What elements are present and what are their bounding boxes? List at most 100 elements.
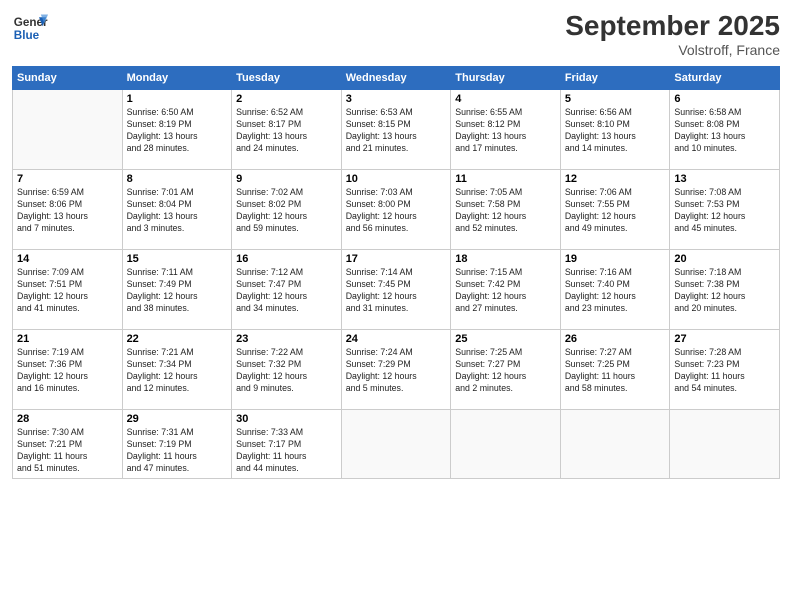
day-cell: 7Sunrise: 6:59 AM Sunset: 8:06 PM Daylig… — [13, 170, 123, 250]
day-cell: 27Sunrise: 7:28 AM Sunset: 7:23 PM Dayli… — [670, 330, 780, 410]
day-number: 1 — [127, 93, 228, 105]
day-number: 28 — [17, 413, 118, 425]
day-cell: 1 Sunrise: 6:50 AM Sunset: 8:19 PM Daylig… — [122, 90, 232, 170]
day-cell: 15 Sunrise: 7:11 AM Sunset: 7:49 PM Dayli… — [122, 250, 232, 330]
day-number: 13 — [674, 173, 775, 185]
day-number: 4 — [455, 93, 556, 105]
col-header-wed: Wednesday — [341, 67, 451, 90]
day-info: Sunrise: 7:33 AM Sunset: 7:17 PM Dayligh… — [236, 427, 337, 475]
day-info: Sunrise: 6:59 AM Sunset: 8:06 PM Dayligh… — [17, 187, 118, 235]
day-cell: 17 Sunrise: 7:14 AM Sunset: 7:45 PM Dayli… — [341, 250, 451, 330]
day-cell: 4 Sunrise: 6:55 AM Sunset: 8:12 PM Daylig… — [451, 90, 561, 170]
month-title: September 2025 — [565, 10, 780, 42]
day-number: 16 — [236, 253, 337, 265]
day-cell: 2 Sunrise: 6:52 AM Sunset: 8:17 PM Daylig… — [232, 90, 342, 170]
day-number: 2 — [236, 93, 337, 105]
day-cell: 13 Sunrise: 7:08 AM Sunset: 7:53 PM Dayli… — [670, 170, 780, 250]
day-cell: 26 Sunrise: 7:27 AM Sunset: 7:25 PM Dayli… — [560, 330, 670, 410]
day-cell — [670, 410, 780, 479]
day-info: Sunrise: 7:08 AM Sunset: 7:53 PM Dayligh… — [674, 187, 775, 235]
day-info: Sunrise: 7:03 AM Sunset: 8:00 PM Dayligh… — [346, 187, 447, 235]
header-row: Sunday Monday Tuesday Wednesday Thursday… — [13, 67, 780, 90]
day-cell: 10Sunrise: 7:03 AM Sunset: 8:00 PM Dayli… — [341, 170, 451, 250]
day-cell — [341, 410, 451, 479]
day-info: Sunrise: 6:56 AM Sunset: 8:10 PM Dayligh… — [565, 107, 666, 155]
day-info: Sunrise: 7:30 AM Sunset: 7:21 PM Dayligh… — [17, 427, 118, 475]
week-row-2: 14 Sunrise: 7:09 AM Sunset: 7:51 PM Dayli… — [13, 250, 780, 330]
header: General Blue September 2025 Volstroff, F… — [12, 10, 780, 58]
day-cell: 24Sunrise: 7:24 AM Sunset: 7:29 PM Dayli… — [341, 330, 451, 410]
day-cell: 20Sunrise: 7:18 AM Sunset: 7:38 PM Dayli… — [670, 250, 780, 330]
day-cell: 3 Sunrise: 6:53 AM Sunset: 8:15 PM Daylig… — [341, 90, 451, 170]
day-info: Sunrise: 7:14 AM Sunset: 7:45 PM Dayligh… — [346, 267, 447, 315]
day-info: Sunrise: 7:31 AM Sunset: 7:19 PM Dayligh… — [127, 427, 228, 475]
col-header-fri: Friday — [560, 67, 670, 90]
week-row-1: 7Sunrise: 6:59 AM Sunset: 8:06 PM Daylig… — [13, 170, 780, 250]
day-cell: 28 Sunrise: 7:30 AM Sunset: 7:21 PM Dayli… — [13, 410, 123, 479]
day-cell: 19Sunrise: 7:16 AM Sunset: 7:40 PM Dayli… — [560, 250, 670, 330]
day-info: Sunrise: 6:53 AM Sunset: 8:15 PM Dayligh… — [346, 107, 447, 155]
col-header-sat: Saturday — [670, 67, 780, 90]
day-number: 20 — [674, 253, 775, 265]
day-cell: 14 Sunrise: 7:09 AM Sunset: 7:51 PM Dayli… — [13, 250, 123, 330]
logo: General Blue — [12, 10, 52, 46]
day-info: Sunrise: 7:21 AM Sunset: 7:34 PM Dayligh… — [127, 347, 228, 395]
day-cell: 5 Sunrise: 6:56 AM Sunset: 8:10 PM Daylig… — [560, 90, 670, 170]
day-number: 12 — [565, 173, 666, 185]
day-cell: 22 Sunrise: 7:21 AM Sunset: 7:34 PM Dayli… — [122, 330, 232, 410]
day-number: 19 — [565, 253, 666, 265]
week-row-0: 1 Sunrise: 6:50 AM Sunset: 8:19 PM Daylig… — [13, 90, 780, 170]
day-info: Sunrise: 7:15 AM Sunset: 7:42 PM Dayligh… — [455, 267, 556, 315]
day-number: 8 — [127, 173, 228, 185]
day-cell: 21 Sunrise: 7:19 AM Sunset: 7:36 PM Dayli… — [13, 330, 123, 410]
day-info: Sunrise: 7:09 AM Sunset: 7:51 PM Dayligh… — [17, 267, 118, 315]
day-info: Sunrise: 7:11 AM Sunset: 7:49 PM Dayligh… — [127, 267, 228, 315]
day-info: Sunrise: 7:05 AM Sunset: 7:58 PM Dayligh… — [455, 187, 556, 235]
day-info: Sunrise: 6:55 AM Sunset: 8:12 PM Dayligh… — [455, 107, 556, 155]
col-header-tue: Tuesday — [232, 67, 342, 90]
day-info: Sunrise: 7:24 AM Sunset: 7:29 PM Dayligh… — [346, 347, 447, 395]
day-cell: 30 Sunrise: 7:33 AM Sunset: 7:17 PM Dayli… — [232, 410, 342, 479]
day-number: 3 — [346, 93, 447, 105]
col-header-mon: Monday — [122, 67, 232, 90]
day-info: Sunrise: 7:27 AM Sunset: 7:25 PM Dayligh… — [565, 347, 666, 395]
calendar-table: Sunday Monday Tuesday Wednesday Thursday… — [12, 66, 780, 479]
day-number: 9 — [236, 173, 337, 185]
day-cell: 25Sunrise: 7:25 AM Sunset: 7:27 PM Dayli… — [451, 330, 561, 410]
day-info: Sunrise: 6:50 AM Sunset: 8:19 PM Dayligh… — [127, 107, 228, 155]
day-cell: 11 Sunrise: 7:05 AM Sunset: 7:58 PM Dayli… — [451, 170, 561, 250]
day-cell — [451, 410, 561, 479]
day-info: Sunrise: 7:01 AM Sunset: 8:04 PM Dayligh… — [127, 187, 228, 235]
day-cell: 6Sunrise: 6:58 AM Sunset: 8:08 PM Daylig… — [670, 90, 780, 170]
day-number: 5 — [565, 93, 666, 105]
day-number: 14 — [17, 253, 118, 265]
day-number: 11 — [455, 173, 556, 185]
day-cell: 18 Sunrise: 7:15 AM Sunset: 7:42 PM Dayli… — [451, 250, 561, 330]
day-number: 26 — [565, 333, 666, 345]
title-block: September 2025 Volstroff, France — [565, 10, 780, 58]
week-row-3: 21 Sunrise: 7:19 AM Sunset: 7:36 PM Dayli… — [13, 330, 780, 410]
day-number: 17 — [346, 253, 447, 265]
day-cell: 29 Sunrise: 7:31 AM Sunset: 7:19 PM Dayli… — [122, 410, 232, 479]
day-number: 18 — [455, 253, 556, 265]
day-cell: 9 Sunrise: 7:02 AM Sunset: 8:02 PM Daylig… — [232, 170, 342, 250]
day-info: Sunrise: 7:06 AM Sunset: 7:55 PM Dayligh… — [565, 187, 666, 235]
day-info: Sunrise: 7:02 AM Sunset: 8:02 PM Dayligh… — [236, 187, 337, 235]
day-cell: 23Sunrise: 7:22 AM Sunset: 7:32 PM Dayli… — [232, 330, 342, 410]
day-info: Sunrise: 7:19 AM Sunset: 7:36 PM Dayligh… — [17, 347, 118, 395]
subtitle: Volstroff, France — [565, 42, 780, 58]
day-cell: 12 Sunrise: 7:06 AM Sunset: 7:55 PM Dayli… — [560, 170, 670, 250]
day-number: 22 — [127, 333, 228, 345]
day-cell — [13, 90, 123, 170]
day-info: Sunrise: 6:52 AM Sunset: 8:17 PM Dayligh… — [236, 107, 337, 155]
col-header-sun: Sunday — [13, 67, 123, 90]
day-info: Sunrise: 7:28 AM Sunset: 7:23 PM Dayligh… — [674, 347, 775, 395]
day-number: 29 — [127, 413, 228, 425]
day-number: 30 — [236, 413, 337, 425]
day-number: 25 — [455, 333, 556, 345]
logo-icon: General Blue — [12, 10, 48, 46]
svg-text:Blue: Blue — [14, 29, 40, 42]
day-number: 15 — [127, 253, 228, 265]
day-cell — [560, 410, 670, 479]
day-number: 21 — [17, 333, 118, 345]
